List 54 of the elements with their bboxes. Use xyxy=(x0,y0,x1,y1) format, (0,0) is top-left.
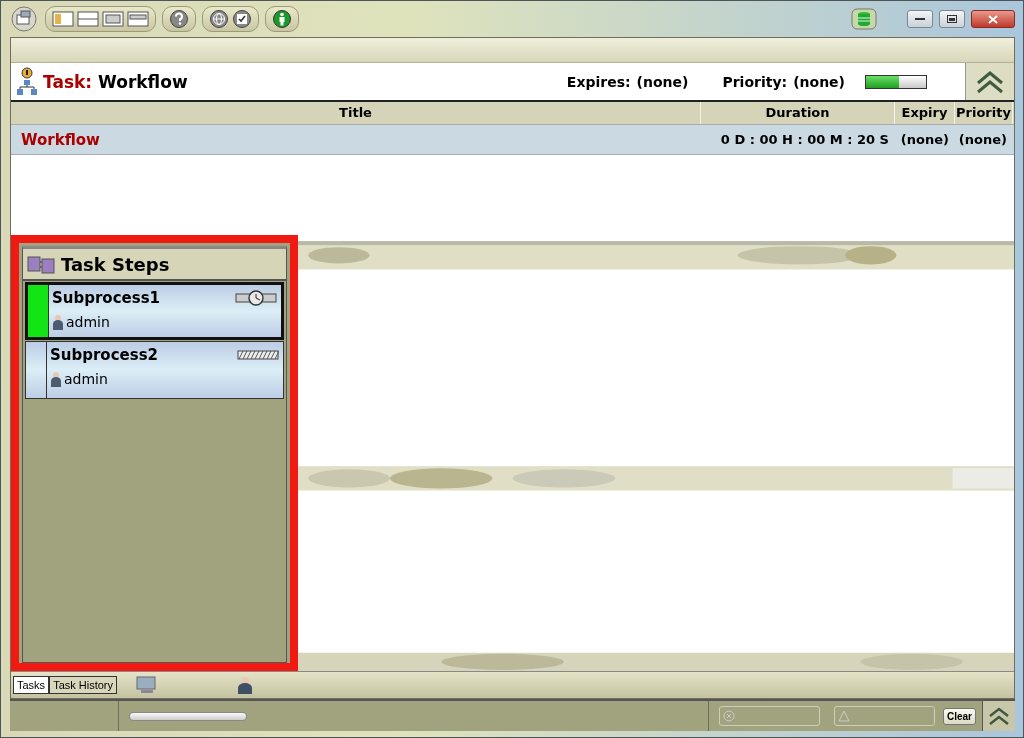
person-icon[interactable] xyxy=(272,9,292,29)
error-icon xyxy=(723,710,735,722)
column-header[interactable]: Duration xyxy=(701,102,895,124)
check-icon[interactable] xyxy=(232,9,252,29)
column-header[interactable]: Priority xyxy=(955,102,1013,124)
panel-title: Task Steps xyxy=(61,253,170,275)
layout-icon[interactable] xyxy=(102,11,124,27)
expiry-cell-text: (none) xyxy=(899,132,950,147)
steps-icon xyxy=(27,253,55,275)
layout-icon[interactable] xyxy=(77,11,99,27)
hatched-bar-icon xyxy=(237,348,279,362)
column-header[interactable]: Expiry xyxy=(895,102,955,124)
task-step[interactable]: Subprocess2 admin xyxy=(25,341,284,399)
minimize-button[interactable] xyxy=(907,10,933,28)
maximize-button[interactable] xyxy=(939,10,965,28)
collapse-button[interactable] xyxy=(965,63,1014,100)
close-icon xyxy=(988,14,998,24)
step-user: admin xyxy=(66,314,110,330)
priority-cell-text: (none) xyxy=(957,132,1008,147)
title-cell-text: Workflow xyxy=(20,130,101,149)
tab[interactable]: Tasks xyxy=(13,676,50,694)
clock-icon xyxy=(235,290,277,306)
minimize-icon xyxy=(915,17,925,21)
help-icon[interactable] xyxy=(169,9,189,29)
close-button[interactable] xyxy=(971,10,1015,28)
step-name: Subprocess1 xyxy=(52,289,161,307)
warning-icon xyxy=(838,710,850,722)
priority-label: Priority: xyxy=(722,73,788,90)
tab[interactable]: Task History xyxy=(49,676,118,694)
step-name: Subprocess2 xyxy=(50,346,159,364)
task-name: Workflow xyxy=(98,71,188,92)
layout-icon[interactable] xyxy=(52,11,74,27)
layout-icon[interactable] xyxy=(127,11,149,27)
table-row[interactable]: Workflow 0 D : 00 H : 00 M : 20 S (none) (none) xyxy=(11,125,1014,155)
clear-button[interactable]: Clear xyxy=(943,707,976,725)
task-label: Task: xyxy=(43,71,93,92)
expires-label: Expires: xyxy=(566,73,631,90)
workflow-icon xyxy=(15,66,39,97)
user-icon xyxy=(50,371,62,387)
priority-value: (none) xyxy=(793,73,845,90)
status-strip xyxy=(28,285,49,337)
expires-value: (none) xyxy=(636,73,689,90)
step-user: admin xyxy=(64,371,108,387)
globe-icon[interactable] xyxy=(209,9,229,29)
column-header[interactable]: Title xyxy=(11,102,701,124)
collapse-button[interactable] xyxy=(982,701,1015,731)
user-icon[interactable] xyxy=(237,676,254,694)
app-menu-icon[interactable] xyxy=(9,5,39,33)
chevron-up-icon xyxy=(988,706,1010,726)
user-icon xyxy=(52,314,64,330)
duration-cell-text: 0 D : 00 H : 00 M : 20 S xyxy=(719,132,890,147)
chevron-up-icon xyxy=(975,68,1005,95)
maximize-icon xyxy=(947,15,957,23)
task-step[interactable]: Subprocess1 admin xyxy=(25,282,284,340)
